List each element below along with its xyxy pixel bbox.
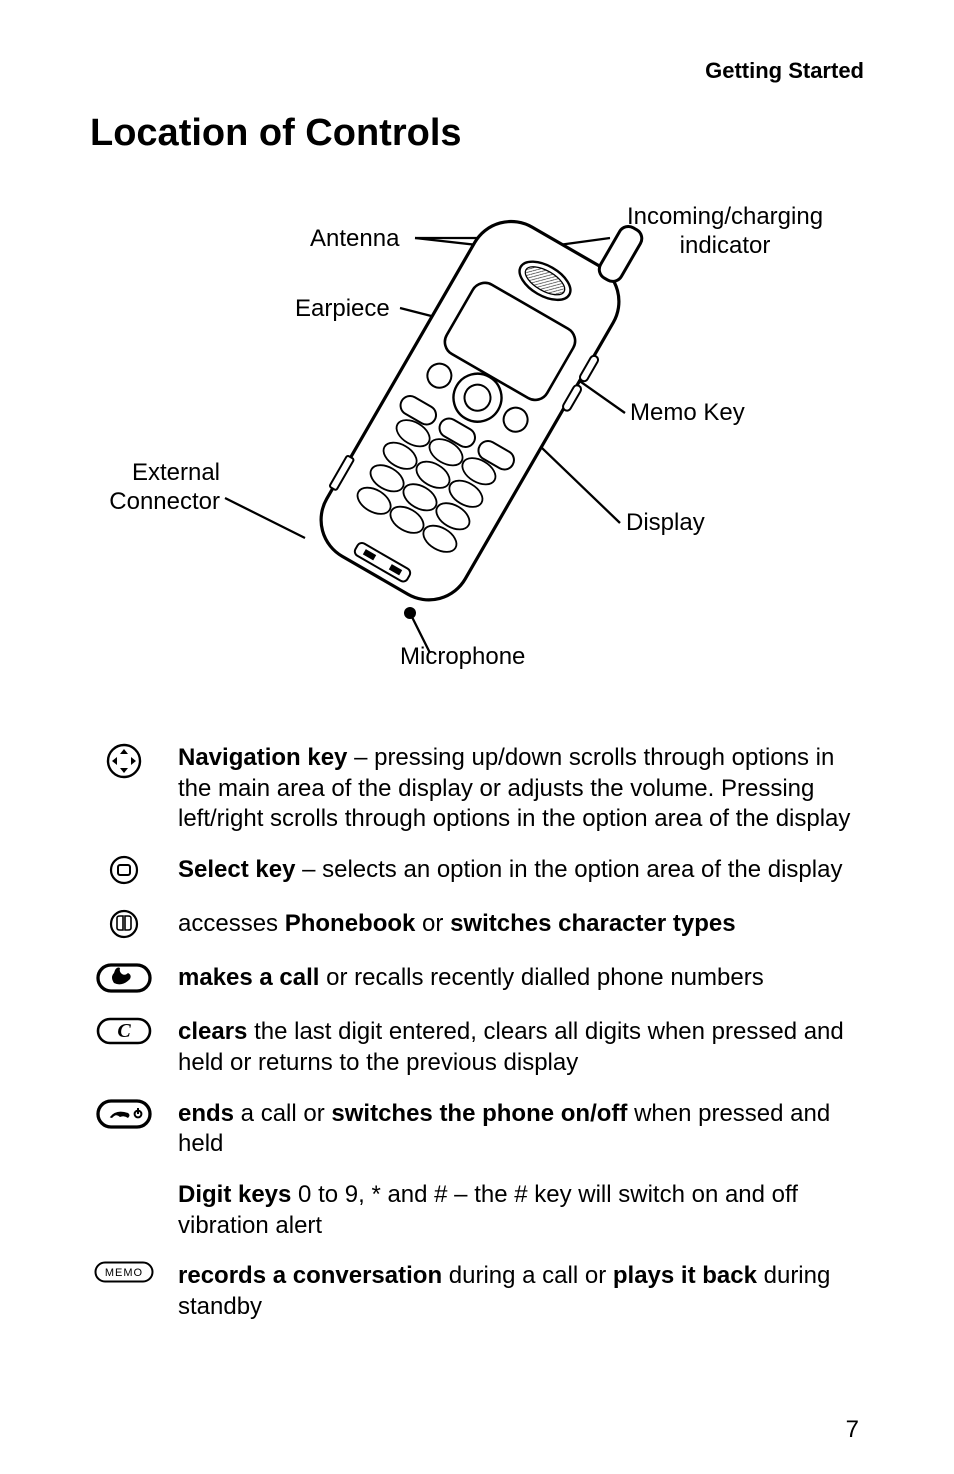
text: – selects an option in the option area o… bbox=[295, 856, 842, 883]
text-bold: plays it back bbox=[613, 1262, 757, 1289]
text-bold: Select key bbox=[178, 856, 295, 883]
text-bold: Navigation key bbox=[178, 744, 347, 771]
memo-pill-icon: MEMO bbox=[90, 1261, 158, 1295]
desc-text: records a conversation during a call or … bbox=[178, 1261, 864, 1322]
desc-phonebook: accesses Phonebook or switches character… bbox=[90, 909, 864, 943]
label-antenna: Antenna bbox=[310, 225, 399, 254]
text-bold: records a conversation bbox=[178, 1262, 442, 1289]
desc-call: makes a call or recalls recently dialled… bbox=[90, 963, 864, 997]
text-bold: Phonebook bbox=[285, 910, 416, 937]
text-bold: ends bbox=[178, 1100, 234, 1127]
text-bold: makes a call bbox=[178, 964, 319, 991]
diagram-svg bbox=[90, 183, 860, 703]
label-display: Display bbox=[626, 509, 705, 538]
desc-memo: MEMO records a conversation during a cal… bbox=[90, 1261, 864, 1322]
text: or recalls recently dialled phone number… bbox=[319, 964, 763, 991]
page: Getting Started Location of Controls bbox=[0, 0, 954, 1474]
label-memokey: Memo Key bbox=[630, 399, 745, 428]
desc-digit-keys: Digit keys 0 to 9, * and # – the # key w… bbox=[90, 1180, 864, 1241]
svg-text:C: C bbox=[117, 1020, 131, 1042]
desc-text: Select key – selects an option in the op… bbox=[178, 855, 864, 886]
text: a call or bbox=[234, 1100, 331, 1127]
desc-text: ends a call or switches the phone on/off… bbox=[178, 1099, 864, 1160]
label-microphone: Microphone bbox=[400, 643, 525, 672]
text: during a call or bbox=[442, 1262, 613, 1289]
label-external: External Connector bbox=[100, 459, 220, 517]
text: the last digit entered, clears all digit… bbox=[178, 1018, 844, 1076]
clear-pill-icon: C bbox=[90, 1017, 158, 1051]
desc-select-key: Select key – selects an option in the op… bbox=[90, 855, 864, 889]
text: or bbox=[415, 910, 450, 937]
desc-nav-key: Navigation key – pressing up/down scroll… bbox=[90, 743, 864, 835]
text-bold: switches character types bbox=[450, 910, 735, 937]
text-bold: clears bbox=[178, 1018, 247, 1045]
desc-end: ends a call or switches the phone on/off… bbox=[90, 1099, 864, 1160]
phonebook-icon bbox=[90, 909, 158, 943]
desc-text: Navigation key – pressing up/down scroll… bbox=[178, 743, 864, 835]
nav-circle-icon bbox=[90, 743, 158, 777]
text: accesses bbox=[178, 910, 285, 937]
select-circle-icon bbox=[90, 855, 158, 889]
no-icon bbox=[90, 1180, 158, 1214]
running-header: Getting Started bbox=[90, 58, 864, 84]
desc-text: accesses Phonebook or switches character… bbox=[178, 909, 864, 940]
label-incoming: Incoming/charging indicator bbox=[610, 203, 840, 261]
desc-text: clears the last digit entered, clears al… bbox=[178, 1017, 864, 1078]
desc-clear: C clears the last digit entered, clears … bbox=[90, 1017, 864, 1078]
page-number: 7 bbox=[846, 1416, 859, 1444]
call-pill-icon bbox=[90, 963, 158, 997]
text-bold: Digit keys bbox=[178, 1181, 291, 1208]
page-title: Location of Controls bbox=[90, 112, 864, 155]
desc-text: Digit keys 0 to 9, * and # – the # key w… bbox=[178, 1180, 864, 1241]
svg-text:MEMO: MEMO bbox=[105, 1267, 143, 1279]
desc-text: makes a call or recalls recently dialled… bbox=[178, 963, 864, 994]
end-pill-icon bbox=[90, 1099, 158, 1133]
label-earpiece: Earpiece bbox=[295, 295, 390, 324]
text-bold: switches the phone on/off bbox=[331, 1100, 627, 1127]
phone-diagram: Antenna Incoming/charging indicator Earp… bbox=[90, 183, 864, 703]
description-list: Navigation key – pressing up/down scroll… bbox=[90, 743, 864, 1323]
